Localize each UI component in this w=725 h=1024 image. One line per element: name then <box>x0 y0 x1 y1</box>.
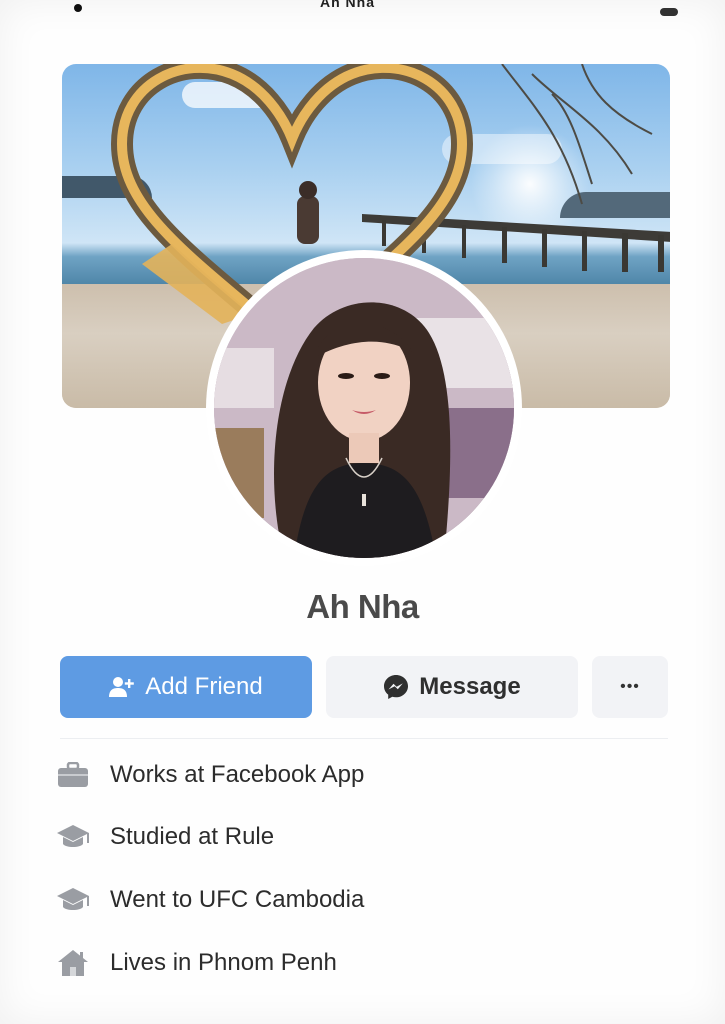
intro-text: Went to UFC Cambodia <box>110 886 365 913</box>
profile-photo-illustration <box>214 258 514 558</box>
profile-page: Ah Nha Ah Nha Add Friend Message ••• Wor… <box>0 0 725 1024</box>
message-button[interactable]: Message <box>326 656 578 718</box>
intro-text: Studied at Rule <box>110 823 275 850</box>
intro-text: Works at Facebook App <box>110 761 365 788</box>
cover-tree <box>501 64 653 205</box>
add-friend-icon <box>109 676 135 698</box>
more-options-icon: ••• <box>620 678 640 695</box>
add-friend-label: Add Friend <box>145 673 263 700</box>
avatar[interactable] <box>206 250 522 566</box>
add-friend-button[interactable]: Add Friend <box>60 656 312 718</box>
graduation-cap-icon <box>56 883 90 917</box>
profile-photo <box>214 258 514 558</box>
intro-item-location: Lives in Phnom Penh <box>56 943 676 983</box>
profile-name: Ah Nha <box>306 588 419 625</box>
more-options-button[interactable]: ••• <box>592 656 668 718</box>
intro-text: Lives in Phnom Penh <box>110 949 337 976</box>
intro-item-work: Works at Facebook App <box>56 755 676 795</box>
divider <box>60 738 668 739</box>
back-icon[interactable] <box>74 4 82 12</box>
page-title: Ah Nha <box>320 0 375 10</box>
message-label: Message <box>419 673 521 700</box>
briefcase-icon <box>56 758 90 792</box>
intro-item-education: Went to UFC Cambodia <box>56 880 676 920</box>
graduation-cap-icon <box>56 820 90 854</box>
top-nav-bar: Ah Nha <box>0 0 725 22</box>
house-icon <box>56 946 90 980</box>
search-icon[interactable] <box>660 8 678 16</box>
intro-item-study: Studied at Rule <box>56 817 676 857</box>
messenger-icon <box>383 674 409 700</box>
